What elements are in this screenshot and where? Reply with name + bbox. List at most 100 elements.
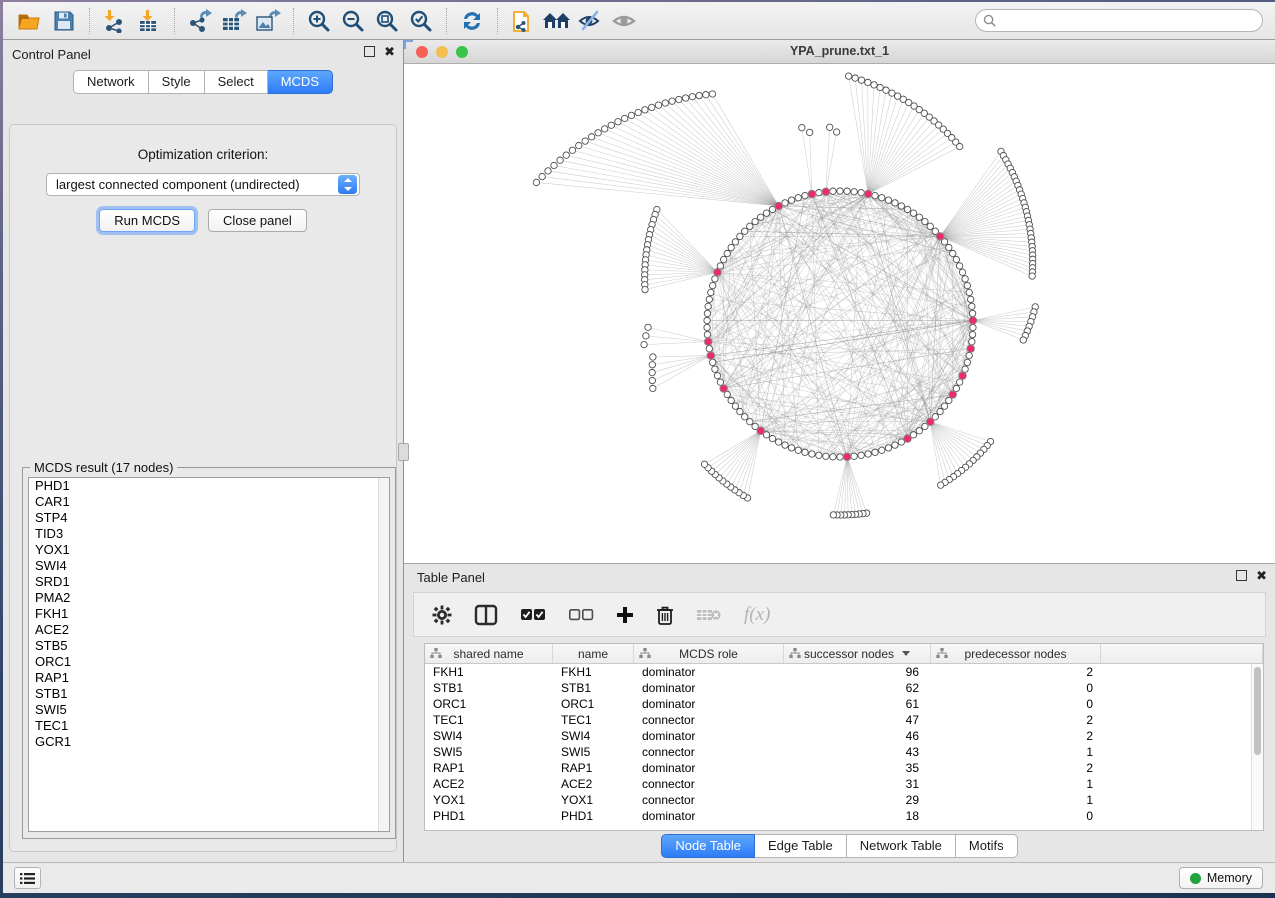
optimization-criterion-select[interactable]: largest connected component (undirected) (46, 173, 360, 196)
mcds-result-item[interactable]: SWI5 (29, 702, 389, 718)
table-cell: FKH1 (553, 664, 634, 680)
table-row[interactable]: RAP1RAP1dominator352 (425, 760, 1251, 776)
show-task-history-button[interactable] (14, 867, 41, 889)
mcds-result-item[interactable]: RAP1 (29, 670, 389, 686)
mcds-result-item[interactable]: ORC1 (29, 654, 389, 670)
table-cell: 31 (784, 776, 931, 792)
tab-motifs[interactable]: Motifs (956, 834, 1018, 858)
delete-table-button[interactable] (696, 600, 722, 630)
mcds-result-item[interactable]: FKH1 (29, 606, 389, 622)
column-header-predecessor-nodes[interactable]: predecessor nodes (931, 644, 1101, 663)
column-type-icon (430, 648, 442, 659)
export-network-button[interactable] (183, 6, 217, 36)
import-table-button[interactable] (132, 6, 166, 36)
tab-node-table[interactable]: Node Table (661, 834, 755, 858)
mcds-result-item[interactable]: CAR1 (29, 494, 389, 510)
close-panel-icon[interactable]: ✖ (1256, 570, 1267, 581)
zoom-out-button[interactable] (336, 6, 370, 36)
mcds-result-item[interactable]: STB5 (29, 638, 389, 654)
table-row[interactable]: ACE2ACE2connector311 (425, 776, 1251, 792)
zoom-in-icon (307, 9, 331, 33)
mcds-result-item[interactable]: PMA2 (29, 590, 389, 606)
mcds-result-item[interactable]: TEC1 (29, 718, 389, 734)
tab-network-table[interactable]: Network Table (847, 834, 956, 858)
table-cell: PHD1 (425, 808, 553, 824)
zoom-in-button[interactable] (302, 6, 336, 36)
export-image-button[interactable] (251, 6, 285, 36)
tab-select[interactable]: Select (205, 70, 268, 94)
zoom-selected-button[interactable] (404, 6, 438, 36)
table-cell: dominator (634, 808, 784, 824)
table-row[interactable]: PHD1PHD1dominator180 (425, 808, 1251, 824)
splitter-handle[interactable] (398, 443, 409, 461)
table-scrollbar-thumb[interactable] (1254, 667, 1261, 755)
mcds-result-item[interactable]: STB1 (29, 686, 389, 702)
tab-mcds[interactable]: MCDS (268, 70, 333, 94)
save-session-button[interactable] (47, 6, 81, 36)
column-header-mcds-role[interactable]: MCDS role (634, 644, 784, 663)
tab-style[interactable]: Style (149, 70, 205, 94)
apply-layout-button[interactable] (455, 6, 489, 36)
hide-all-columns-button[interactable] (568, 600, 594, 630)
show-all-columns-button[interactable] (520, 600, 546, 630)
open-session-button[interactable] (13, 6, 47, 36)
table-row[interactable]: YOX1YOX1connector291 (425, 792, 1251, 808)
table-cell: SWI4 (425, 728, 553, 744)
show-hidden-button[interactable] (608, 6, 642, 36)
mcds-result-item[interactable]: GCR1 (29, 734, 389, 750)
import-network-button[interactable] (98, 6, 132, 36)
function-builder-button[interactable]: f(x) (744, 600, 770, 630)
export-table-button[interactable] (217, 6, 251, 36)
split-table-panel-button[interactable] (474, 600, 498, 630)
mcds-result-item[interactable]: TID3 (29, 526, 389, 542)
mcds-result-item[interactable]: STP4 (29, 510, 389, 526)
memory-button[interactable]: Memory (1179, 867, 1263, 889)
main-area: Control Panel ✖ NetworkStyleSelectMCDS O… (3, 40, 1275, 862)
table-cell: 2 (931, 712, 1101, 728)
table-row[interactable]: SWI5SWI5connector431 (425, 744, 1251, 760)
table-cell: 1 (931, 744, 1101, 760)
table-cell: ACE2 (425, 776, 553, 792)
table-cell: dominator (634, 664, 784, 680)
table-cell: SWI5 (425, 744, 553, 760)
table-cell: 47 (784, 712, 931, 728)
new-network-from-selection-button[interactable] (506, 6, 540, 36)
show-all-networks-button[interactable] (540, 6, 574, 36)
mcds-result-item[interactable]: YOX1 (29, 542, 389, 558)
zoom-out-icon (341, 9, 365, 33)
run-mcds-button[interactable]: Run MCDS (99, 209, 195, 232)
mcds-result-item[interactable]: SWI4 (29, 558, 389, 574)
tab-network[interactable]: Network (73, 70, 149, 94)
hide-selected-button[interactable] (574, 6, 608, 36)
close-panel-icon[interactable]: ✖ (384, 46, 395, 57)
network-canvas[interactable] (404, 64, 1275, 563)
export-network-icon (187, 9, 213, 33)
mcds-result-item[interactable]: ACE2 (29, 622, 389, 638)
table-row[interactable]: SWI4SWI4dominator462 (425, 728, 1251, 744)
float-panel-icon[interactable] (1236, 570, 1247, 581)
column-header-successor-nodes[interactable]: successor nodes (784, 644, 931, 663)
table-row[interactable]: FKH1FKH1dominator962 (425, 664, 1251, 680)
column-header-name[interactable]: name (553, 644, 634, 663)
delete-column-button[interactable] (656, 600, 674, 630)
mcds-result-item[interactable]: SRD1 (29, 574, 389, 590)
network-window-title: YPA_prune.txt_1 (404, 44, 1275, 58)
float-panel-icon[interactable] (364, 46, 375, 57)
zoom-fit-button[interactable] (370, 6, 404, 36)
create-column-button[interactable] (616, 600, 634, 630)
mcds-result-item[interactable]: PHD1 (29, 478, 389, 494)
table-panel-header: Table Panel ✖ (404, 564, 1275, 588)
mcds-list-scrollbar[interactable] (378, 478, 389, 831)
table-scrollbar[interactable] (1251, 664, 1263, 830)
column-header-shared-name[interactable]: shared name (425, 644, 553, 663)
search-input[interactable] (1000, 12, 1262, 30)
table-cell: 96 (784, 664, 931, 680)
network-graph[interactable] (404, 64, 1275, 563)
table-row[interactable]: ORC1ORC1dominator610 (425, 696, 1251, 712)
table-settings-button[interactable] (432, 600, 452, 630)
close-panel-button[interactable]: Close panel (208, 209, 307, 232)
search-box[interactable] (975, 9, 1263, 32)
tab-edge-table[interactable]: Edge Table (755, 834, 847, 858)
table-row[interactable]: STB1STB1dominator620 (425, 680, 1251, 696)
table-row[interactable]: TEC1TEC1connector472 (425, 712, 1251, 728)
